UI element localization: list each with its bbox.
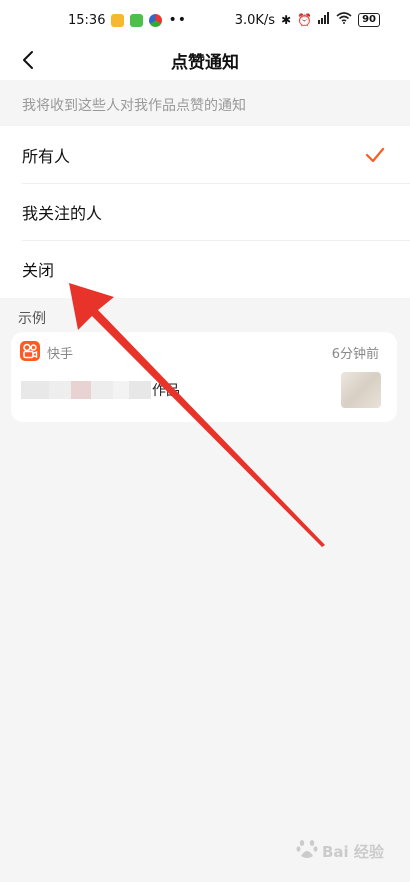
download-icon [130, 13, 144, 27]
option-people-i-follow[interactable]: 我关注的人 [0, 183, 410, 240]
checkmark-icon [365, 147, 385, 162]
status-time: 15:36 [68, 12, 106, 28]
more-notifications-icon: •• [168, 12, 187, 28]
status-bar: 15:36 •• 3.0K/s ✱ ⏰ 90 [0, 0, 410, 40]
watermark-text: Bai 经验 [322, 842, 384, 861]
example-section-label: 示例 [18, 311, 46, 327]
option-off[interactable]: 关闭 [0, 240, 410, 297]
example-notification-card: 快手 6分钟前 作品 [11, 332, 397, 422]
battery-icon: 90 [358, 13, 380, 27]
notification-icon [111, 13, 125, 27]
status-left: 15:36 •• [68, 12, 187, 28]
bluetooth-icon: ✱ [281, 13, 292, 27]
wifi-icon [336, 12, 352, 28]
chevron-left-icon [23, 51, 33, 69]
option-label: 关闭 [22, 260, 55, 280]
back-button[interactable] [12, 44, 44, 76]
status-right: 3.0K/s ✱ ⏰ 90 [235, 12, 380, 28]
alarm-icon: ⏰ [297, 13, 313, 27]
page-title: 点赞通知 [171, 52, 239, 73]
section-hint: 我将收到这些人对我作品点赞的通知 [0, 80, 410, 126]
option-label: 所有人 [22, 146, 71, 166]
navigation-header: 点赞通知 [0, 40, 410, 80]
blurred-username [21, 379, 151, 401]
baidu-watermark: Bai 经验 [296, 836, 396, 866]
notification-message: 作品 [152, 383, 180, 399]
option-everyone[interactable]: 所有人 [0, 126, 410, 183]
paw-icon [296, 838, 318, 864]
notification-options-list: 所有人 我关注的人 关闭 [0, 126, 410, 298]
network-speed: 3.0K/s [234, 12, 276, 28]
app-name: 快手 [47, 347, 74, 362]
notification-time: 6分钟前 [331, 347, 379, 362]
work-thumbnail [341, 372, 381, 408]
signal-icon [318, 12, 330, 28]
browser-icon [149, 13, 163, 27]
option-label: 我关注的人 [22, 203, 103, 223]
kuaishou-app-icon [20, 341, 40, 361]
